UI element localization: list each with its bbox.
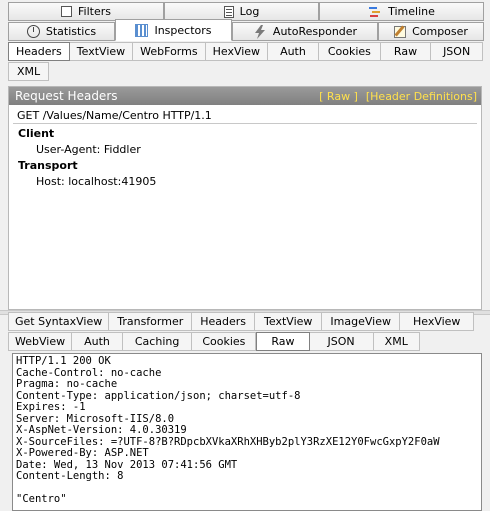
raw-line-expires: Expires: -1 [16, 401, 86, 413]
header-group-transport[interactable]: Transport [18, 159, 78, 172]
log-icon [223, 5, 234, 18]
tab-inspectors-label: Inspectors [154, 23, 212, 37]
resp-tab-headers[interactable]: Headers [192, 312, 256, 331]
request-header-links: [ Raw ] [Header Definitions] [319, 90, 481, 103]
top-tab-row-1: Filters Log Timeline [0, 2, 490, 21]
req-tab-cookies[interactable]: Cookies [318, 42, 381, 61]
resp-tab-cookies[interactable]: Cookies [192, 332, 257, 351]
req-tab-textview[interactable]: TextView [69, 42, 134, 61]
response-tab-row-2: WebView Auth Caching Cookies Raw JSON XM… [8, 332, 420, 351]
filter-icon [61, 6, 72, 17]
tab-inspectors[interactable]: Inspectors [115, 19, 232, 41]
tab-statistics[interactable]: Statistics [8, 22, 115, 41]
header-host[interactable]: Host: localhost:41905 [36, 175, 156, 188]
raw-line-aspnet-version: X-AspNet-Version: 4.0.30319 [16, 424, 187, 436]
resp-tab-textview[interactable]: TextView [255, 312, 323, 331]
req-tab-json[interactable]: JSON [431, 42, 484, 61]
request-tab-row: Headers TextView WebForms HexView Auth C… [8, 42, 484, 61]
raw-line-blank [16, 483, 478, 495]
request-headers-title: Request Headers [15, 89, 118, 103]
raw-line-pragma: Pragma: no-cache [16, 378, 118, 390]
statistics-icon [26, 25, 40, 38]
lightning-icon [253, 24, 267, 39]
raw-line-powered-by: X-Powered-By: ASP.NET [16, 447, 149, 459]
req-tab-headers[interactable]: Headers [8, 42, 70, 61]
top-tab-row-2: Statistics Inspectors AutoResponder Comp… [0, 19, 490, 41]
header-user-agent[interactable]: User-Agent: Fiddler [36, 143, 141, 156]
resp-tab-xml[interactable]: XML [373, 332, 420, 351]
resp-tab-hexview[interactable]: HexView [399, 312, 475, 331]
tab-autoresponder[interactable]: AutoResponder [232, 22, 378, 41]
raw-line-status: HTTP/1.1 200 OK [16, 355, 111, 367]
request-line-divider [13, 123, 477, 124]
request-line: GET /Values/Name/Centro HTTP/1.1 [17, 109, 212, 122]
tab-filters-label: Filters [78, 5, 111, 18]
resp-tab-caching[interactable]: Caching [122, 332, 193, 351]
req-tab-xml[interactable]: XML [8, 62, 50, 81]
response-raw-textbox[interactable]: HTTP/1.1 200 OK Cache-Control: no-cache Pr… [12, 353, 482, 511]
header-group-client[interactable]: Client [18, 127, 54, 140]
resp-tab-transformer[interactable]: Transformer [109, 312, 193, 331]
tab-composer-label: Composer [412, 25, 468, 38]
tab-log-label: Log [239, 5, 260, 18]
tab-statistics-label: Statistics [45, 25, 97, 38]
req-tab-auth[interactable]: Auth [268, 42, 319, 61]
req-tab-hexview[interactable]: HexView [205, 42, 269, 61]
tab-composer[interactable]: Composer [378, 22, 484, 41]
resp-tab-imageview[interactable]: ImageView [322, 312, 400, 331]
request-headers-panel: Request Headers [ Raw ] [Header Definiti… [8, 86, 482, 310]
req-tab-raw[interactable]: Raw [380, 42, 432, 61]
raw-link[interactable]: [ Raw ] [319, 90, 358, 103]
resp-tab-webview[interactable]: WebView [8, 332, 73, 351]
tab-timeline-label: Timeline [388, 5, 435, 18]
tab-autoresponder-label: AutoResponder [272, 25, 358, 38]
response-raw-text: HTTP/1.1 200 OK Cache-Control: no-cache Pr… [13, 354, 481, 508]
timeline-icon [368, 5, 382, 19]
resp-tab-auth[interactable]: Auth [72, 332, 123, 351]
tab-timeline[interactable]: Timeline [319, 2, 484, 21]
header-definitions-link[interactable]: [Header Definitions] [366, 90, 477, 103]
resp-tab-raw[interactable]: Raw [256, 332, 310, 351]
req-tab-webforms[interactable]: WebForms [133, 42, 206, 61]
resp-tab-json[interactable]: JSON [309, 332, 374, 351]
inspectors-icon [135, 23, 149, 37]
request-tab-row-2: XML [8, 62, 50, 81]
resp-tab-syntaxview[interactable]: Get SyntaxView [8, 312, 110, 331]
response-tab-row-1: Get SyntaxView Transformer Headers TextV… [8, 312, 475, 331]
raw-line-body: "Centro" [16, 493, 67, 505]
request-headers-bar: Request Headers [ Raw ] [Header Definiti… [9, 87, 481, 105]
raw-line-content-length: Content-Length: 8 [16, 470, 124, 482]
composer-icon [394, 25, 407, 38]
